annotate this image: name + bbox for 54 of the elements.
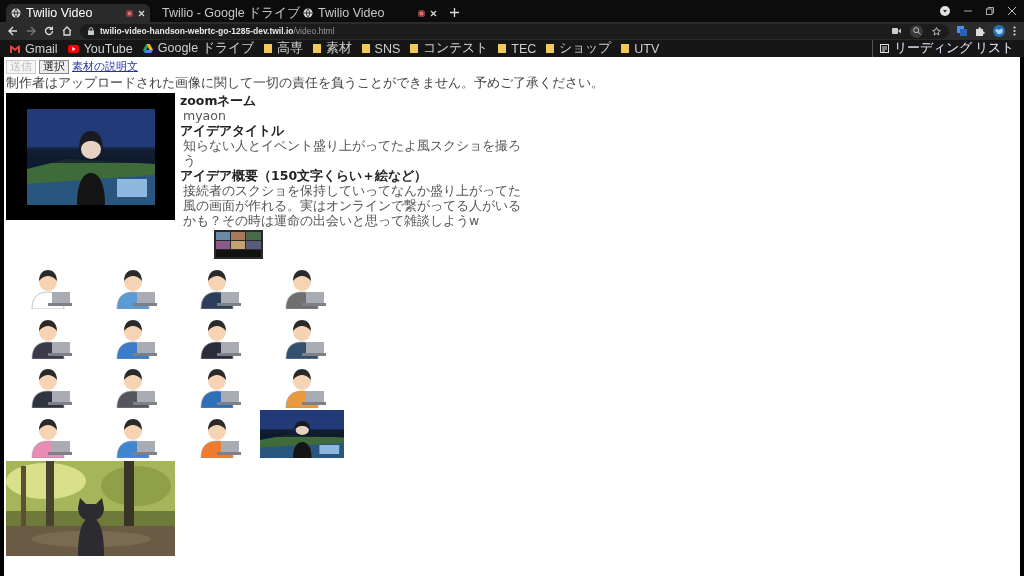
field-label: アイデア概要（150文字くらい＋絵など） (180, 168, 429, 183)
new-tab-icon[interactable] (450, 8, 459, 17)
play-icon (67, 44, 79, 53)
folder-icon (621, 44, 630, 53)
close-icon[interactable] (1008, 7, 1016, 15)
minimize-icon[interactable] (964, 7, 972, 15)
forward-icon[interactable] (26, 26, 36, 36)
folder-icon (361, 44, 370, 53)
tab-search-icon[interactable] (940, 6, 950, 16)
star-icon[interactable] (932, 26, 941, 36)
bookmark[interactable]: UTV (621, 41, 660, 56)
lock-icon (88, 27, 94, 35)
mail-icon (10, 44, 20, 53)
globe-icon (11, 8, 21, 18)
folder-icon (546, 44, 555, 53)
bookmark[interactable]: Google ドライブ (142, 40, 254, 57)
notice-text: 制作者はアップロードされた画像に関して一切の責任を負うことができません。予めご了承ください。 (6, 75, 605, 90)
bookmark[interactable]: SNS (361, 41, 401, 56)
puzzle-icon[interactable] (975, 26, 985, 36)
form-button[interactable]: 選択 (39, 59, 69, 74)
reload-icon[interactable] (44, 26, 54, 36)
back-icon[interactable] (8, 26, 18, 36)
translate-icon[interactable] (957, 26, 967, 36)
close-icon[interactable] (430, 9, 437, 17)
folder-icon (410, 44, 419, 53)
zoom-button[interactable] (910, 24, 923, 38)
bookmark[interactable]: コンテスト (410, 40, 489, 57)
folder-icon (498, 44, 507, 53)
globe-icon (303, 8, 313, 18)
search-icon (912, 27, 921, 35)
field-value: myaon (182, 108, 227, 123)
bookmark[interactable]: Gmail (10, 41, 58, 56)
folder-icon (312, 44, 321, 53)
bookmark[interactable]: ショップ (546, 40, 612, 57)
bookmark[interactable]: TEC (498, 41, 537, 56)
close-icon[interactable] (138, 9, 145, 17)
bookmark[interactable]: 高専 (263, 40, 303, 57)
field-value: 知らない人とイベント盛り上がってたよ風スクショを撮ろう (182, 138, 522, 168)
camera-icon[interactable] (892, 28, 901, 34)
browser-tab[interactable]: Twilio Video (6, 4, 150, 22)
restore-icon[interactable] (986, 7, 994, 15)
drive-icon (142, 44, 153, 53)
field-label: アイデアタイトル (180, 123, 285, 138)
field-value: 接続者のスクショを保持していってなんか盛り上がってた風の画面が作れる。実はオンラインで繋がってる人がいるかも？その時は運命の出会いと思って雑談しようw (182, 183, 522, 228)
bookmark[interactable]: 素材 (312, 40, 352, 57)
address-bar[interactable]: twilio-video-handson-webrtc-go-1285-dev.twil.io/video.html (80, 23, 949, 39)
folder-icon (263, 44, 272, 53)
home-icon[interactable] (62, 26, 72, 36)
description-link[interactable]: 素材の説明文 (72, 59, 138, 74)
bookmark[interactable]: YouTube (67, 41, 133, 56)
profile-avatar-icon[interactable] (993, 25, 1005, 37)
reading-list-icon (879, 44, 889, 53)
menu-icon[interactable] (1013, 26, 1016, 36)
field-label: zoomネーム (180, 93, 258, 108)
